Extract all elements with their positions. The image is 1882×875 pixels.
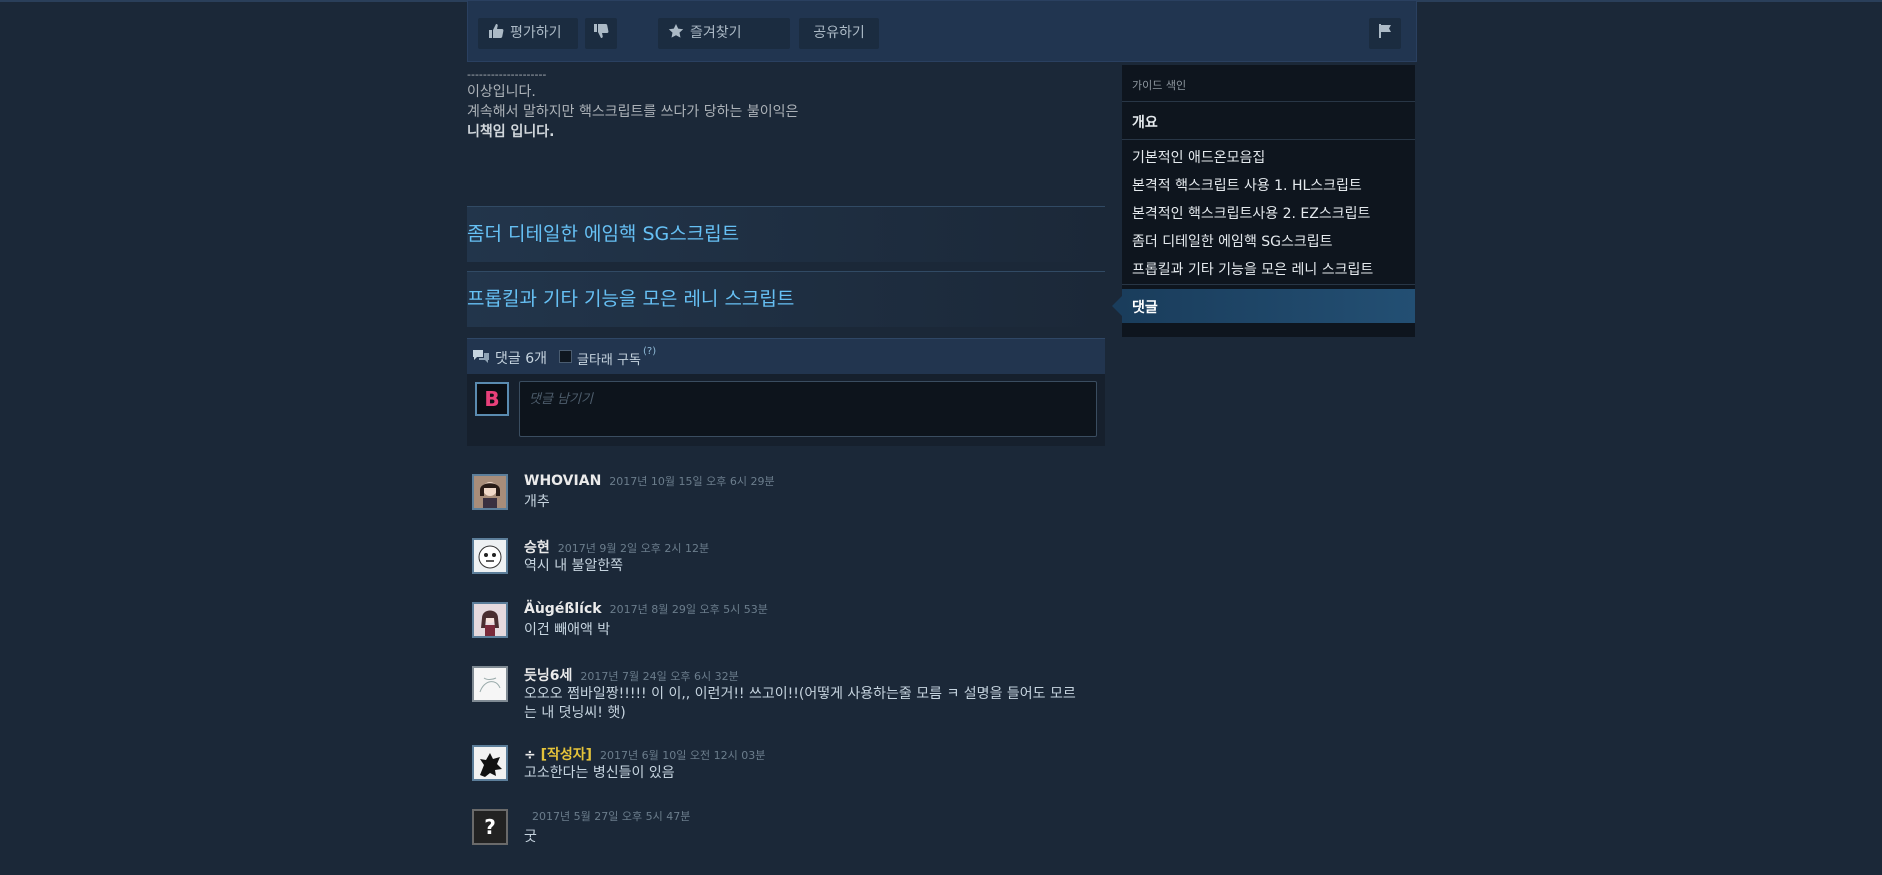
comment-timestamp: 2017년 5월 27일 오후 5시 47분 [532, 810, 691, 823]
guide-index-title: 가이드 색인 [1132, 79, 1187, 92]
star-icon [668, 24, 684, 38]
comment-author[interactable]: WHOVIAN 2017년 10월 15일 오후 6시 29분 [524, 473, 775, 489]
user-avatar-icon [474, 540, 506, 572]
comment-timestamp: 2017년 7월 24일 오후 6시 32분 [580, 670, 739, 683]
comment-item: Äùgéßlíck 2017년 8월 29일 오후 5시 53분 이건 빼애액 박 [467, 601, 1105, 662]
comment-item: ? 2017년 5월 27일 오후 5시 47분 굿 [467, 809, 1105, 869]
comment-author[interactable]: 승현 2017년 9월 2일 오후 2시 12분 [524, 537, 709, 557]
comment-author[interactable]: 듯닝6세 2017년 7월 24일 오후 6시 32분 [524, 665, 739, 685]
comment-author[interactable]: Äùgéßlíck 2017년 8월 29일 오후 5시 53분 [524, 601, 768, 617]
index-item-ez-script[interactable]: 본격적인 핵스크립트사용 2. EZ스크립트 [1132, 203, 1370, 223]
favorite-button[interactable]: 즐겨찾기 [658, 18, 790, 49]
comment-item: 듯닝6세 2017년 7월 24일 오후 6시 32분 오오오 쩜바일짱!!!!!… [467, 666, 1105, 726]
comment-count: 댓글 6개 [495, 351, 547, 367]
section-reni-script: 프롭킬과 기타 기능을 모은 레니 스크립트 [467, 271, 1105, 327]
guide-main-content: -------------------- 이상입니다. 계속해서 말하지만 핵스… [467, 68, 1105, 845]
comment-item: WHOVIAN 2017년 10월 15일 오후 6시 29분 개추 [467, 473, 1105, 534]
divider [1122, 101, 1415, 102]
comment-text: 이건 빼애액 박 [524, 622, 611, 638]
author-name[interactable]: ÷ [524, 747, 536, 763]
index-item-label: 댓글 [1132, 300, 1158, 316]
author-name[interactable]: Äùgéßlíck [524, 601, 602, 617]
section-title: 프롭킬과 기타 기능을 모은 레니 스크립트 [467, 288, 795, 310]
thumbs-down-icon [594, 24, 609, 38]
share-button[interactable]: 공유하기 [799, 18, 879, 49]
comment-author[interactable]: ÷ [작성자] 2017년 6월 10일 오전 12시 03분 [524, 744, 765, 764]
index-item-sg-script[interactable]: 좀더 디테일한 에임핵 SG스크립트 [1132, 231, 1333, 251]
comment-text: 역시 내 불알한쪽 [524, 558, 624, 574]
body-line-3: 니책임 입니다. [467, 124, 555, 140]
user-avatar-icon [474, 747, 506, 779]
index-item-hl-script[interactable]: 본격적 핵스크립트 사용 1. HL스크립트 [1132, 175, 1362, 195]
flag-icon [1379, 24, 1391, 38]
avatar[interactable] [472, 602, 508, 638]
comment-text: 오오오 쩜바일짱!!!!! 이 이,, 이런거!! 쓰고이!!(어떻게 사용하는… [524, 686, 1076, 721]
index-item-overview[interactable]: 개요 [1132, 112, 1158, 132]
comment-item: ÷ [작성자] 2017년 6월 10일 오전 12시 03분 고소한다는 병신들… [467, 745, 1105, 805]
divider [1122, 139, 1415, 140]
index-item-comments[interactable]: 댓글 [1112, 289, 1415, 323]
author-name[interactable]: 듯닝6세 [524, 668, 572, 684]
active-indicator [1112, 296, 1122, 316]
index-item-addons[interactable]: 기본적인 애드온모음집 [1132, 147, 1265, 167]
author-badge: [작성자] [540, 747, 593, 763]
avatar[interactable] [472, 666, 508, 702]
divider [1122, 284, 1415, 285]
avatar[interactable] [472, 474, 508, 510]
avatar[interactable] [472, 538, 508, 574]
avatar[interactable]: ? [472, 809, 508, 845]
guide-body-text: -------------------- 이상입니다. 계속해서 말하지만 핵스… [467, 68, 1105, 142]
rate-label: 평가하기 [510, 25, 562, 41]
divider-text: -------------------- [467, 68, 547, 81]
comment-author[interactable]: 2017년 5월 27일 오후 5시 47분 [524, 808, 690, 824]
comment-text: 고소한다는 병신들이 있음 [524, 765, 675, 781]
comment-composer: B 댓글 남기기 [467, 374, 1105, 446]
guide-index-sidebar: 가이드 색인 개요 기본적인 애드온모음집 본격적 핵스크립트 사용 1. HL… [1112, 65, 1415, 337]
guide-toolbar: 평가하기 즐겨찾기 공유하기 [467, 0, 1417, 62]
subscribe-label[interactable]: 글타래 구독 [577, 349, 641, 368]
body-line-2: 계속해서 말하지만 핵스크립트를 쓰다가 당하는 불이익은 [467, 104, 799, 120]
comment-timestamp: 2017년 6월 10일 오전 12시 03분 [600, 749, 766, 762]
comment-timestamp: 2017년 10월 15일 오후 6시 29분 [609, 475, 775, 488]
subscribe-checkbox[interactable] [559, 350, 572, 363]
report-button[interactable] [1369, 18, 1401, 49]
author-name[interactable]: 승현 [524, 540, 550, 556]
user-avatar-icon [474, 476, 506, 508]
avatar: B [475, 382, 509, 416]
comment-timestamp: 2017년 9월 2일 오후 2시 12분 [557, 542, 710, 555]
user-avatar-icon [474, 604, 506, 636]
favorite-label: 즐겨찾기 [690, 25, 742, 41]
index-item-reni-script[interactable]: 프롭킬과 기타 기능을 모은 레니 스크립트 [1132, 259, 1373, 279]
rate-down-button[interactable] [585, 18, 617, 49]
speech-bubbles-icon [473, 350, 489, 363]
comments-header: 댓글 6개 글타래 구독 (?) [467, 338, 1105, 374]
section-title: 좀더 디테일한 에임핵 SG스크립트 [467, 223, 740, 245]
thumbs-up-icon [489, 24, 504, 38]
comment-timestamp: 2017년 8월 29일 오후 5시 53분 [609, 603, 768, 616]
user-avatar-icon [474, 668, 506, 700]
subscribe-help-link[interactable]: (?) [643, 346, 656, 357]
comment-text: 개추 [524, 494, 550, 510]
body-line-1: 이상입니다. [467, 84, 536, 100]
comment-input[interactable]: 댓글 남기기 [519, 381, 1097, 437]
rate-up-button[interactable]: 평가하기 [478, 18, 578, 49]
author-name[interactable]: WHOVIAN [524, 473, 601, 489]
section-sg-script: 좀더 디테일한 에임핵 SG스크립트 [467, 206, 1105, 262]
comment-text: 굿 [524, 829, 537, 845]
avatar[interactable] [472, 745, 508, 781]
unknown-avatar-icon: ? [484, 815, 496, 839]
comment-item: 승현 2017년 9월 2일 오후 2시 12분 역시 내 불알한쪽 [467, 538, 1105, 598]
